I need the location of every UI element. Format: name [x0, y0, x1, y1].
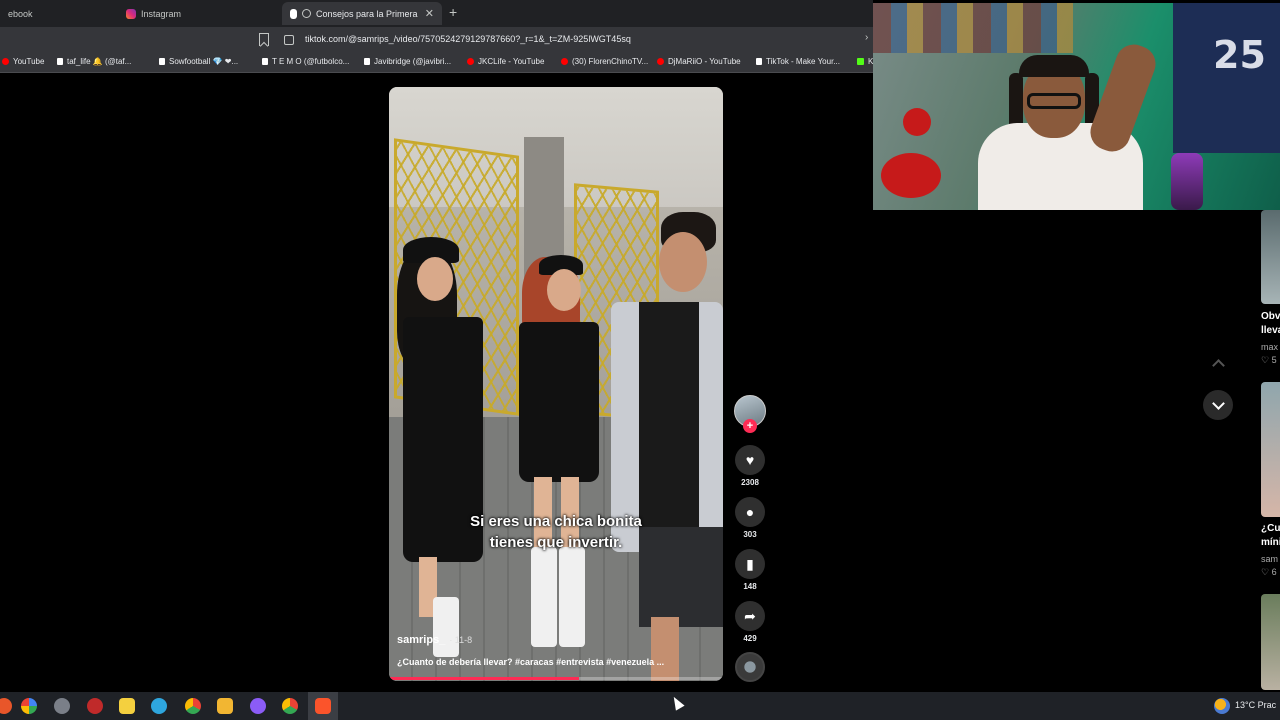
save-count: 148: [743, 582, 757, 591]
bookmark-item[interactable]: JKCLife - YouTube: [467, 57, 544, 66]
tab-tiktok-video[interactable]: Consejos para la Primera Cita ✕: [282, 2, 442, 25]
bookmark-item[interactable]: Javibridge (@javibri...: [364, 57, 451, 66]
tab-label: ebook: [8, 8, 33, 19]
recommendation-author[interactable]: sam: [1261, 554, 1280, 564]
app-icon[interactable]: [87, 698, 103, 714]
site-info-icon[interactable]: [284, 35, 294, 45]
youtube-icon: [657, 58, 664, 65]
new-tab-button[interactable]: +: [449, 4, 457, 20]
bookmark-item[interactable]: Sowfootball 💎 ❤...: [159, 57, 238, 66]
tiktok-icon: [159, 58, 165, 65]
app-icon[interactable]: [250, 698, 266, 714]
heart-icon: ♥: [735, 445, 765, 475]
comment-button[interactable]: ● 303: [733, 497, 767, 539]
brave-icon[interactable]: [315, 698, 331, 714]
recommendation-title[interactable]: Obv: [1261, 310, 1280, 324]
browser-tabstrip: ebook Instagram Consejos para la Primera…: [0, 0, 873, 27]
audio-playing-icon: [302, 9, 311, 18]
tab-facebook[interactable]: ebook: [0, 2, 118, 25]
glasses: [1027, 93, 1081, 109]
youtube-icon: [467, 58, 474, 65]
weather-icon[interactable]: [1214, 698, 1230, 714]
bookmark-item[interactable]: TikTok - Make Your...: [756, 57, 840, 66]
chrome-icon[interactable]: [185, 698, 201, 714]
video-author[interactable]: samrips_ · 11-8: [397, 634, 472, 646]
like-count: 2308: [741, 478, 759, 487]
share-icon: ➦: [735, 601, 765, 631]
tiktok-icon: [57, 58, 63, 65]
bookmark-icon: ▮: [735, 549, 765, 579]
bookmark-item[interactable]: DjMaRiiO - YouTube: [657, 57, 741, 66]
app-icon[interactable]: [21, 698, 37, 714]
recommendation-author[interactable]: max: [1261, 342, 1280, 352]
webcam-overlay: 25: [873, 3, 1280, 210]
video-description[interactable]: ¿Cuanto de debería llevar? #caracas #ent…: [397, 657, 664, 667]
tiktok-icon: [290, 8, 297, 19]
video-caption: Si eres una chica bonita tienes que inve…: [470, 513, 642, 551]
bookmark-item[interactable]: K: [857, 57, 873, 66]
tiktok-icon: [364, 58, 370, 65]
instagram-icon: [126, 8, 136, 19]
tab-label: Consejos para la Primera Cita: [316, 8, 420, 19]
folder-icon[interactable]: [217, 698, 233, 714]
bookmark-item[interactable]: T E M O (@futbolco...: [262, 57, 349, 66]
recommendation-thumbnail[interactable]: [1261, 210, 1280, 304]
jersey-number: 25: [1213, 33, 1266, 77]
youtube-icon: [2, 58, 9, 65]
bottle: [1171, 153, 1203, 210]
weather-temperature[interactable]: 13°C Prac: [1235, 700, 1276, 710]
bookmark-item[interactable]: taf_life 🔔 (@taf...: [57, 57, 131, 66]
previous-video-button[interactable]: [1203, 348, 1233, 378]
video-player[interactable]: Si eres una chica bonita tienes que inve…: [389, 87, 723, 681]
bookmark-item[interactable]: YouTube: [2, 57, 44, 66]
music-disc-icon[interactable]: [735, 652, 765, 682]
kick-icon: [857, 58, 864, 65]
bookmark-item[interactable]: (30) FlorenChinoTV...: [561, 57, 648, 66]
tiktok-icon: [262, 58, 268, 65]
notes-icon[interactable]: [119, 698, 135, 714]
recommendation-thumbnail[interactable]: [1261, 594, 1280, 690]
next-video-button[interactable]: [1203, 390, 1233, 420]
comment-icon: ●: [735, 497, 765, 527]
settings-icon[interactable]: [54, 698, 70, 714]
like-button[interactable]: ♥ 2308: [733, 445, 767, 487]
share-button[interactable]: ➦ 429: [733, 601, 767, 643]
recommendation-likes: ♡ 6: [1261, 567, 1277, 577]
share-count: 429: [743, 634, 757, 643]
bookmark-icon[interactable]: [259, 33, 269, 46]
recommendation-likes: ♡ 5: [1261, 355, 1277, 365]
recommendation-thumbnail[interactable]: [1261, 382, 1280, 517]
taskbar: 13°C Prac: [0, 692, 1280, 720]
follow-button[interactable]: +: [743, 419, 757, 433]
comment-count: 303: [743, 530, 757, 539]
youtube-icon: [561, 58, 568, 65]
chevron-right-icon[interactable]: ›: [865, 32, 868, 43]
bookmarks-bar: YouTube taf_life 🔔 (@taf... Sowfootball …: [0, 53, 873, 73]
tab-label: Instagram: [141, 8, 182, 19]
video-progress-bar[interactable]: [389, 677, 723, 680]
chevron-up-icon: [1211, 358, 1225, 372]
url-field[interactable]: tiktok.com/@samrips_/video/7570524279129…: [305, 34, 631, 44]
telegram-icon[interactable]: [151, 698, 167, 714]
video-progress-fill: [389, 677, 580, 680]
save-button[interactable]: ▮ 148: [733, 549, 767, 591]
app-icon[interactable]: [0, 698, 12, 714]
address-bar: tiktok.com/@samrips_/video/7570524279129…: [0, 27, 873, 53]
tiktok-icon: [756, 58, 762, 65]
chevron-down-icon: [1211, 396, 1225, 410]
tab-instagram[interactable]: Instagram: [118, 2, 280, 25]
close-tab-icon[interactable]: ✕: [425, 7, 434, 20]
chrome-icon[interactable]: [282, 698, 298, 714]
jersey: [1173, 3, 1280, 153]
recommendation-title[interactable]: ¿Cu: [1261, 522, 1280, 536]
